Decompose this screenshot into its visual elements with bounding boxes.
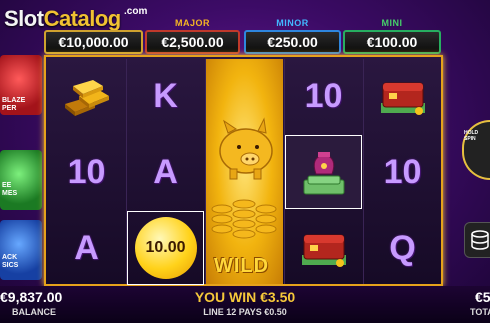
jackpot-minor: MINOR €250.00 [244, 18, 341, 54]
jackpot-minor-label: MINOR [276, 18, 309, 28]
reel-5: 10 Q [364, 59, 441, 284]
wallet-icon [380, 82, 425, 115]
jackpot-mini-label: MINI [381, 18, 403, 28]
symbol-k-text: K [153, 76, 178, 115]
jackpot-mini-value: €100.00 [343, 30, 441, 54]
coin-icon: 10.00 [134, 217, 197, 279]
pig-icon [211, 117, 277, 239]
jackpot-grand-value: €10,000.00 [44, 30, 143, 54]
symbol-a-text: A [153, 152, 178, 191]
jackpot-grand: €10,000.00 [44, 18, 143, 54]
coin-prize-value: 10.00 [145, 239, 186, 256]
hold-spin-label: HOLD SPIN [464, 130, 479, 142]
symbol-q: Q [364, 211, 441, 285]
jackpot-grand-label [44, 18, 143, 28]
coin-stack-button[interactable] [464, 222, 490, 258]
symbol-q-text: Q [389, 228, 416, 267]
win-amount: YOU WIN €3.50 [194, 289, 296, 305]
reel-3-wild: WILD [206, 59, 283, 284]
feature-panel-free-games[interactable]: EE MES [0, 150, 42, 210]
feature-panel-blaze-label: BLAZE PER [2, 97, 26, 112]
gold-bars-symbol [48, 59, 125, 133]
jackpot-major-label: MAJOR [174, 18, 210, 28]
jackpot-major: MAJOR €2,500.00 [145, 18, 240, 54]
jackpot-mini: MINI €100.00 [343, 18, 441, 54]
line-pay-info: LINE 12 PAYS €0.50 [203, 307, 287, 317]
total-bet-value: €5 [475, 289, 490, 305]
wallet-symbol [285, 211, 362, 285]
wallet-icon [301, 234, 346, 267]
symbol-a: A [48, 211, 125, 285]
feature-panel-free-games-label: EE MES [2, 182, 18, 197]
symbol-10-text: 10 [383, 152, 422, 191]
feature-panel-blaze[interactable]: BLAZE PER [0, 55, 42, 115]
logo-suffix: .com [124, 6, 148, 17]
total-bet-label: TOTA [470, 307, 490, 317]
jackpot-major-value: €2,500.00 [145, 30, 240, 54]
money-bag-symbol [285, 135, 362, 209]
symbol-10-text: 10 [304, 76, 343, 115]
feature-panel-classics[interactable]: ACK SICS [0, 220, 42, 280]
wild-label: WILD [214, 255, 270, 277]
symbol-10: 10 [364, 135, 441, 209]
coin-prize-symbol: 10.00 [127, 211, 204, 285]
feature-panel-classics-label: ACK SICS [2, 254, 19, 269]
symbol-10: 10 [48, 135, 125, 209]
wallet-symbol [364, 59, 441, 133]
reel-4: 10 [285, 59, 362, 284]
money-bag-icon [303, 152, 344, 195]
reel-2: K A 10.00 [127, 59, 204, 284]
symbol-a-text: A [74, 228, 99, 267]
hold-spin-ring [462, 120, 490, 180]
reel-1: 10 A [48, 59, 125, 284]
coin-stack-icon [471, 230, 489, 250]
reels-grid: 10 A K A 10.00 WILD 10 10 Q [44, 55, 443, 286]
jackpot-minor-value: €250.00 [244, 30, 341, 54]
gold-bars-icon [64, 80, 109, 116]
hold-spin-button[interactable]: HOLD SPIN [462, 120, 490, 180]
symbol-k: K [127, 59, 204, 133]
symbol-a: A [127, 135, 204, 209]
symbol-10-text: 10 [67, 152, 106, 191]
symbol-10: 10 [285, 59, 362, 133]
